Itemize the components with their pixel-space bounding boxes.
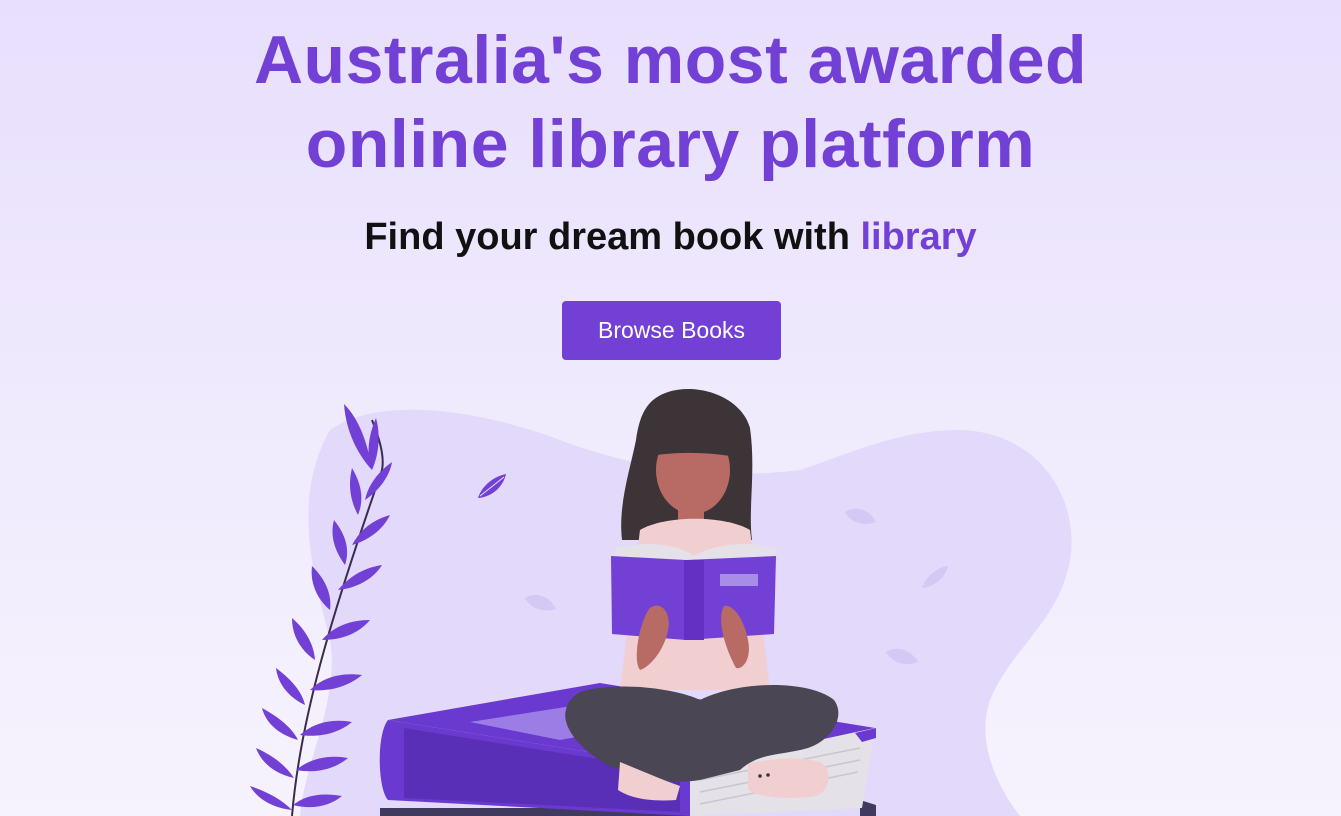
browse-books-button[interactable]: Browse Books [562,301,781,360]
book-stack-icon [379,683,876,816]
hero-subtitle-text: Find your dream book with [364,216,850,258]
hero-title-line-1: Australia's most awarded [253,22,1088,98]
leaf-icon-faded [525,508,948,664]
hero-subtitle-accent: library [860,216,977,258]
woman-figure-icon [565,389,839,801]
background-blob [300,409,1072,816]
hero-title: Australia's most awarded online library … [0,18,1341,186]
hero-subtitle: Find your dream book with library [0,213,1341,261]
leaf-icon [478,474,506,498]
fern-plant-icon [250,404,392,816]
hero-title-line-2: online library platform [305,106,1036,182]
